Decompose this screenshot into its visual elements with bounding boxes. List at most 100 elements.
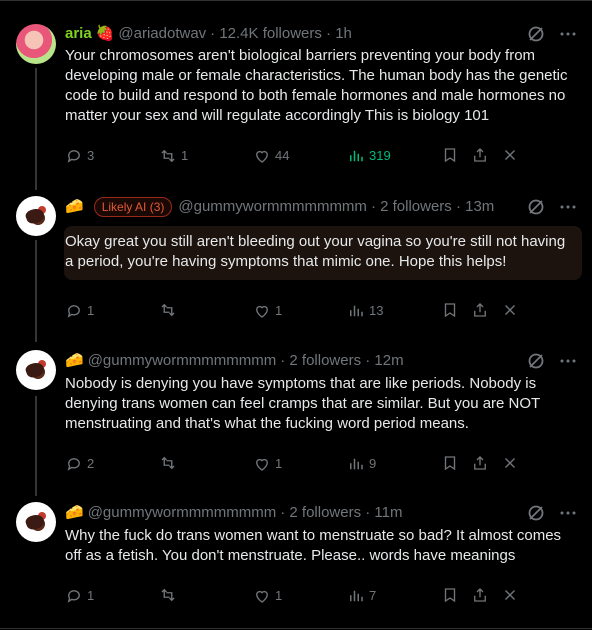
- repost-icon: [159, 301, 177, 319]
- more-icon[interactable]: [558, 351, 578, 371]
- share-icon: [471, 586, 489, 604]
- strawberry-emoji: 🍓: [95, 25, 115, 42]
- grok-icon[interactable]: [526, 197, 546, 217]
- bookmark-button[interactable]: [441, 146, 459, 164]
- like-icon: [253, 147, 271, 165]
- like-button[interactable]: 44: [253, 146, 289, 166]
- post-header: 🧀 @gummywormmmmmmmm · 2 followers · 11m: [65, 503, 578, 523]
- reply-icon: [65, 147, 83, 165]
- more-icon[interactable]: [558, 503, 578, 523]
- reply-button[interactable]: 1: [65, 301, 94, 321]
- handle[interactable]: @gummywormmmmmmmm: [88, 351, 277, 371]
- like-button[interactable]: 1: [253, 454, 282, 474]
- post-actions: 1 1 7: [65, 586, 580, 606]
- likely-ai-badge[interactable]: Likely AI (3): [93, 197, 173, 217]
- grok-icon[interactable]: [526, 503, 546, 523]
- post-text: Why the fuck do trans women want to mens…: [65, 527, 562, 564]
- post-actions: 3 1 44 319: [65, 146, 580, 166]
- share-icon: [471, 301, 489, 319]
- views-icon: [347, 147, 365, 165]
- reply-icon: [65, 587, 83, 605]
- views-button[interactable]: 319: [347, 146, 391, 166]
- reply-count: 2: [87, 456, 95, 471]
- like-button[interactable]: 1: [253, 586, 282, 606]
- repost-button[interactable]: 1: [159, 146, 188, 166]
- close-icon: [501, 454, 519, 472]
- header-icons: [526, 503, 578, 523]
- bookmark-icon: [441, 301, 459, 319]
- repost-icon: [159, 147, 177, 165]
- post-actions: 2 1 9: [65, 454, 580, 474]
- share-button[interactable]: [471, 454, 489, 472]
- share-button[interactable]: [471, 301, 489, 319]
- share-icon: [471, 146, 489, 164]
- close-button[interactable]: [501, 454, 519, 472]
- reply-button[interactable]: 2: [65, 454, 94, 474]
- close-button[interactable]: [501, 586, 519, 604]
- share-icon: [471, 454, 489, 472]
- repost-icon: [159, 586, 177, 604]
- post[interactable]: 🧀 Likely AI (3) @gummywormmmmmmmm · 2 fo…: [0, 180, 592, 340]
- handle[interactable]: @gummywormmmmmmmm: [88, 503, 277, 523]
- close-icon: [501, 146, 519, 164]
- like-button[interactable]: 1: [253, 301, 282, 321]
- post-meta: · 2 followers · 13m: [370, 198, 495, 215]
- share-button[interactable]: [471, 586, 489, 604]
- handle[interactable]: @ariadotwav: [118, 24, 206, 44]
- like-count: 1: [275, 588, 283, 603]
- post-meta: · 2 followers · 11m: [280, 504, 403, 521]
- reply-button[interactable]: 1: [65, 586, 94, 606]
- post-text: Your chromosomes aren't biological barri…: [65, 47, 568, 124]
- display-name[interactable]: aria: [65, 24, 92, 44]
- repost-button[interactable]: [159, 586, 181, 604]
- post[interactable]: 🧀 @gummywormmmmmmmm · 2 followers · 12m …: [0, 340, 592, 490]
- close-button[interactable]: [501, 146, 519, 164]
- post[interactable]: aria 🍓 @ariadotwav · 12.4K followers · 1…: [0, 0, 592, 180]
- header-icons: [526, 351, 578, 371]
- header-icons: [526, 197, 578, 217]
- post[interactable]: 🧀 @gummywormmmmmmmm · 2 followers · 11m …: [0, 490, 592, 628]
- cheese-emoji: 🧀: [65, 352, 84, 369]
- bookmark-icon: [441, 454, 459, 472]
- view-count: 13: [369, 303, 384, 318]
- bookmark-button[interactable]: [441, 454, 459, 472]
- repost-icon: [159, 454, 177, 472]
- more-icon[interactable]: [558, 24, 578, 44]
- post-header: 🧀 Likely AI (3) @gummywormmmmmmmm · 2 fo…: [65, 197, 578, 217]
- bottom-divider: [0, 628, 592, 629]
- views-button[interactable]: 13: [347, 301, 383, 321]
- repost-button[interactable]: [159, 301, 181, 319]
- close-button[interactable]: [501, 301, 519, 319]
- header-icons: [526, 24, 578, 44]
- reply-icon: [65, 455, 83, 473]
- avatar[interactable]: [16, 196, 56, 236]
- avatar[interactable]: [16, 24, 56, 64]
- post-actions: 1 1 13: [65, 301, 580, 321]
- bookmark-icon: [441, 146, 459, 164]
- grok-icon[interactable]: [526, 351, 546, 371]
- view-count: 7: [369, 588, 377, 603]
- post-meta: · 2 followers · 12m: [280, 352, 404, 369]
- bookmark-button[interactable]: [441, 301, 459, 319]
- cheese-emoji: 🧀: [65, 504, 84, 521]
- like-icon: [253, 455, 271, 473]
- more-icon[interactable]: [558, 197, 578, 217]
- repost-button[interactable]: [159, 454, 181, 472]
- like-count: 44: [275, 148, 290, 163]
- avatar[interactable]: [16, 502, 56, 542]
- reply-count: 1: [87, 303, 95, 318]
- close-icon: [501, 301, 519, 319]
- like-count: 1: [275, 456, 283, 471]
- grok-icon[interactable]: [526, 24, 546, 44]
- bookmark-button[interactable]: [441, 586, 459, 604]
- like-icon: [253, 302, 271, 320]
- handle[interactable]: @gummywormmmmmmmm: [178, 197, 367, 217]
- views-button[interactable]: 7: [347, 586, 376, 606]
- share-button[interactable]: [471, 146, 489, 164]
- post-header: 🧀 @gummywormmmmmmmm · 2 followers · 12m: [65, 351, 578, 371]
- avatar[interactable]: [16, 350, 56, 390]
- reply-count: 1: [87, 588, 95, 603]
- view-count: 9: [369, 456, 377, 471]
- views-button[interactable]: 9: [347, 454, 376, 474]
- reply-button[interactable]: 3: [65, 146, 94, 166]
